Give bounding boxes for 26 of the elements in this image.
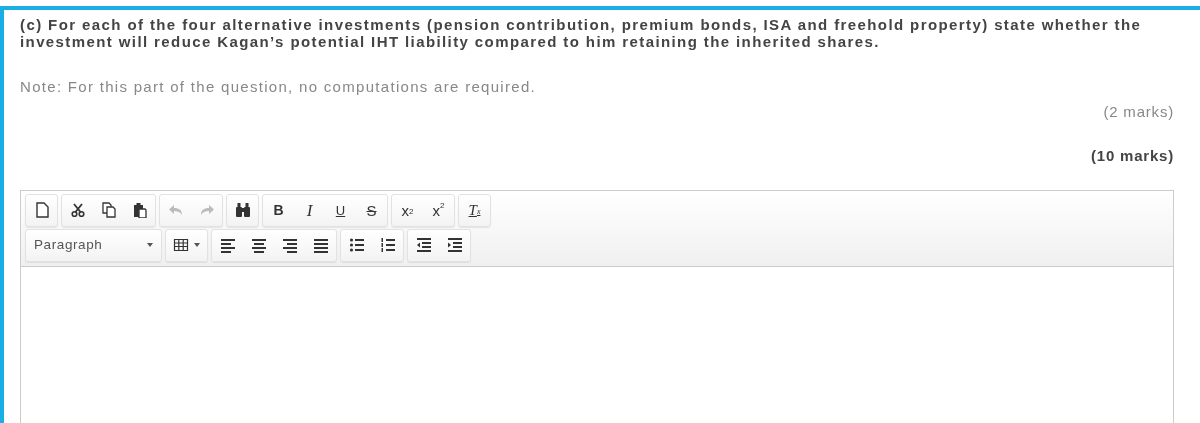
question-text: (c) For each of the four alternative investments (pension contribution, premium bonds, ISA and freehold property) state whether the investment will reduce Kagan’s potential IHT liability compared to him retaining the inherited shares. bbox=[20, 16, 1143, 50]
binoculars-icon bbox=[234, 202, 251, 218]
bullet-list-icon bbox=[348, 237, 365, 253]
table-grid-icon bbox=[173, 237, 189, 253]
caret-icon bbox=[194, 243, 200, 247]
scissors-icon bbox=[69, 202, 86, 218]
numbered-list-icon bbox=[379, 237, 396, 253]
format-dropdown[interactable]: Paragraph bbox=[26, 229, 161, 261]
copy-icon bbox=[100, 202, 117, 218]
superscript-button[interactable]: x$^{2}$ bbox=[423, 194, 454, 226]
indent-icon bbox=[446, 237, 463, 253]
align-center-icon bbox=[250, 237, 267, 253]
total-marks: (10 marks) bbox=[1089, 146, 1174, 166]
question-note: Note: For this part of the question, no computations are required. bbox=[20, 77, 538, 97]
bold-button[interactable]: B bbox=[263, 194, 294, 226]
strikethrough-button[interactable]: S bbox=[356, 194, 387, 226]
outdent-icon bbox=[415, 237, 432, 253]
italic-button[interactable]: I bbox=[294, 194, 325, 226]
align-right-icon bbox=[281, 237, 298, 253]
align-left-icon bbox=[219, 237, 236, 253]
document-icon bbox=[33, 202, 50, 218]
caret-icon bbox=[147, 243, 153, 247]
justify-icon bbox=[312, 237, 329, 253]
clipboard-icon bbox=[131, 202, 148, 218]
underline-button[interactable]: U bbox=[325, 194, 356, 226]
part-marks: (2 marks) bbox=[1102, 101, 1174, 122]
